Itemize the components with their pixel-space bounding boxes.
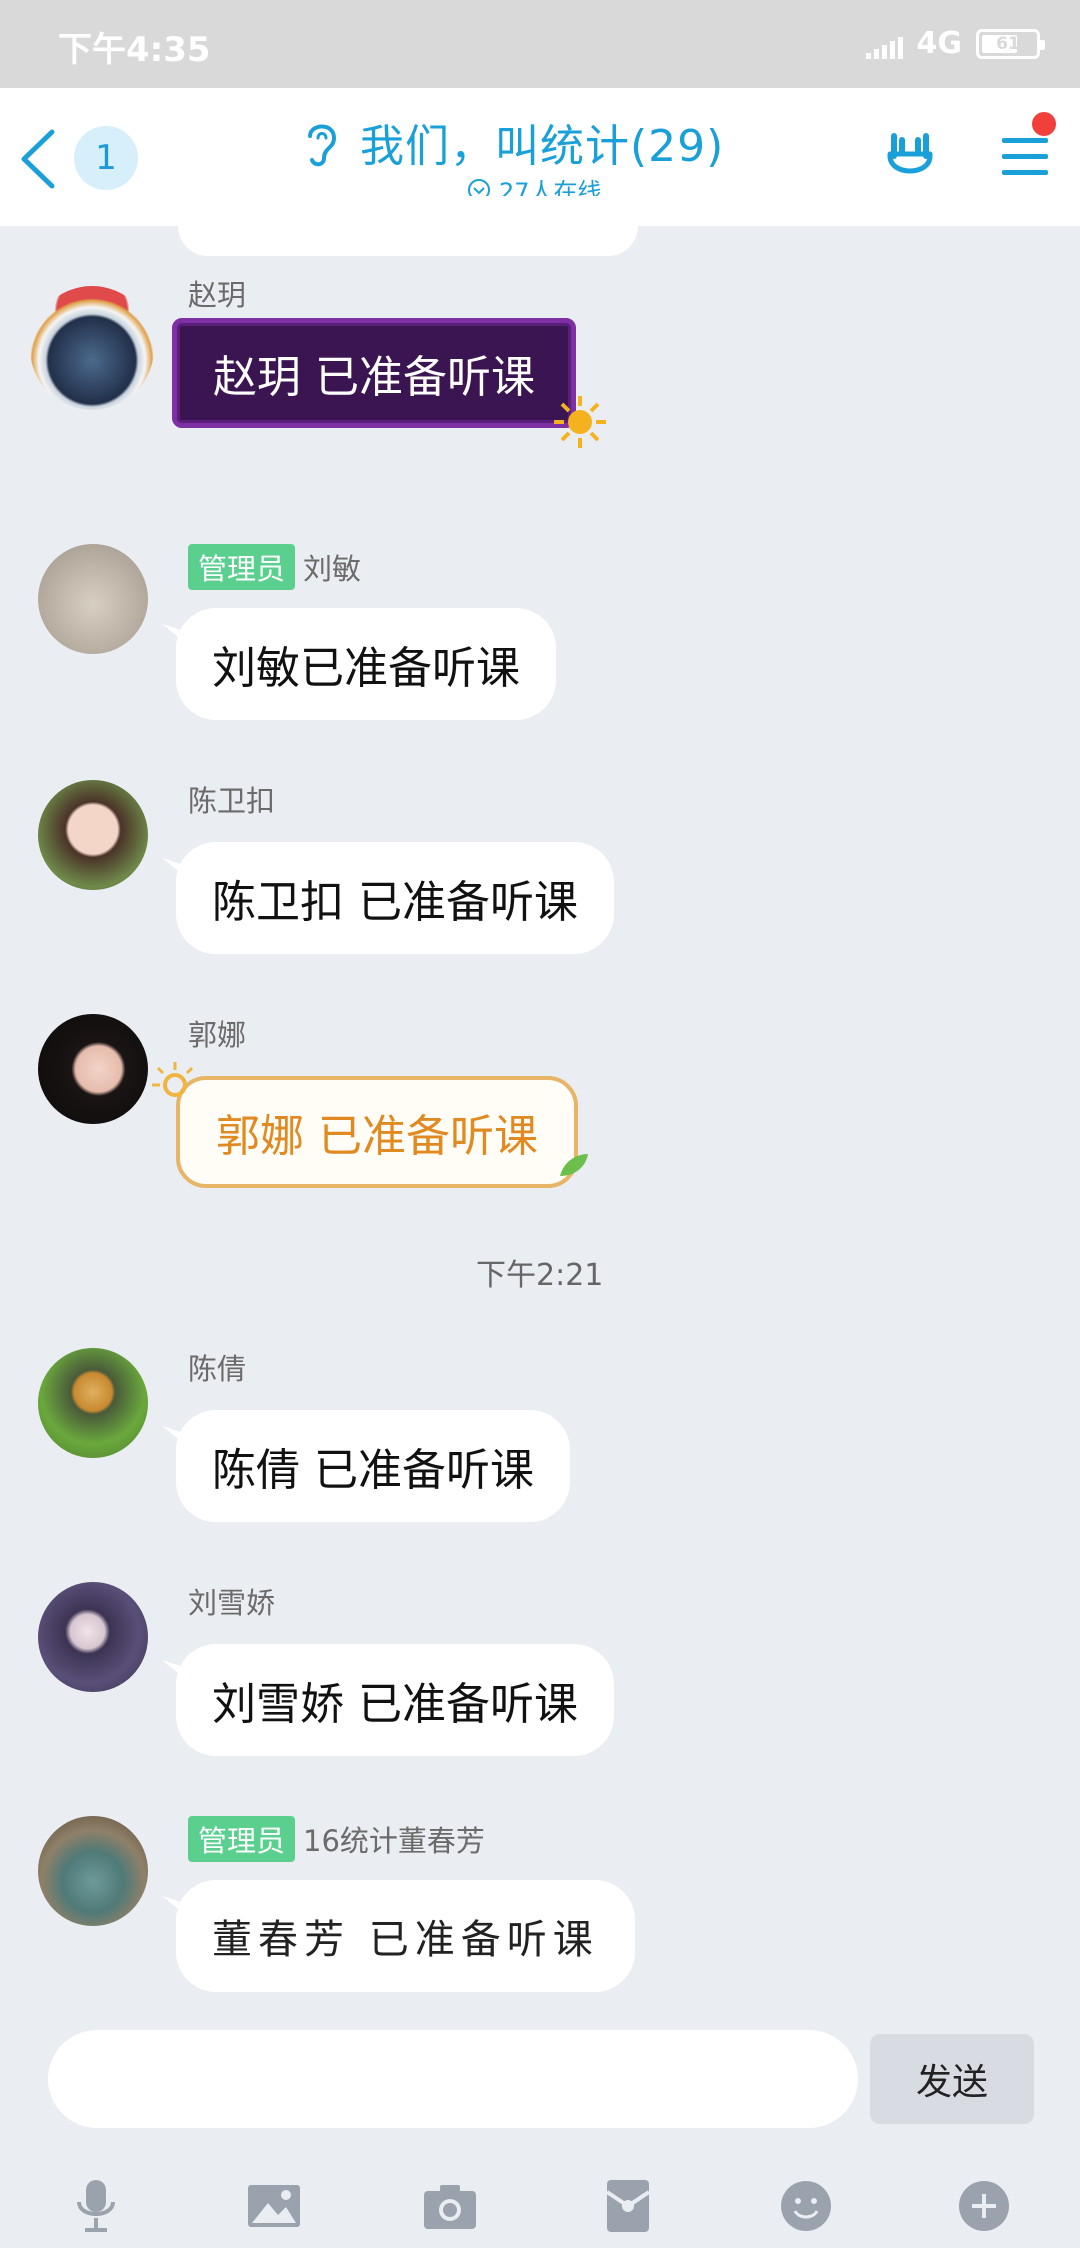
sender-line: 赵玥 — [188, 272, 246, 314]
status-bar: 下午4:35 4G 61 — [0, 0, 1080, 88]
unread-count-badge[interactable]: 1 — [74, 126, 138, 190]
sender-line: 管理员 16统计董春芳 — [188, 1816, 485, 1862]
input-toolbar — [0, 2176, 1080, 2236]
avatar[interactable] — [38, 1014, 148, 1124]
status-time: 下午4:35 — [58, 30, 211, 70]
sender-name: 刘雪娇 — [188, 1586, 276, 1620]
avatar[interactable] — [38, 1348, 148, 1458]
message-bubble[interactable]: 刘敏已准备听课 — [176, 608, 556, 720]
group-title[interactable]: 我们，叫统计(29) — [360, 110, 724, 174]
partial-message-bubble — [178, 196, 638, 256]
message-bubble[interactable]: 董春芳 已准备听课 — [176, 1880, 635, 1992]
sender-name: 陈倩 — [188, 1352, 247, 1386]
sender-line: 刘雪娇 — [188, 1580, 275, 1622]
red-packet-icon[interactable] — [598, 2176, 658, 2236]
sender-name: 赵玥 — [188, 278, 247, 312]
mic-icon[interactable] — [66, 2176, 126, 2236]
ear-icon[interactable] — [300, 116, 344, 170]
sun-swirl-sticker-icon — [152, 1062, 194, 1097]
avatar[interactable] — [38, 1582, 148, 1692]
message-bubble[interactable]: 赵玥 已准备听课 — [172, 318, 576, 428]
sender-name: 陈卫扣 — [188, 784, 276, 818]
image-icon[interactable] — [244, 2176, 304, 2236]
emoji-icon[interactable] — [776, 2176, 836, 2236]
sender-line: 陈卫扣 — [188, 778, 275, 820]
avatar[interactable] — [38, 1816, 148, 1926]
message-bubble[interactable]: 郭娜 已准备听课 — [176, 1076, 578, 1188]
admin-badge: 管理员 — [188, 544, 296, 590]
message-bubble[interactable]: 陈倩 已准备听课 — [176, 1410, 570, 1522]
leaf-sticker-icon — [560, 1154, 588, 1176]
message-bubble[interactable]: 刘雪娇 已准备听课 — [176, 1644, 614, 1756]
message-bubble[interactable]: 陈卫扣 已准备听课 — [176, 842, 614, 954]
notification-dot — [1032, 112, 1056, 136]
input-bar: 发送 — [0, 2026, 1080, 2248]
send-button[interactable]: 发送 — [870, 2034, 1034, 2124]
message-list[interactable]: 赵玥 赵玥 已准备听课 管理员 刘敏 刘敏已准备听课 陈卫扣 陈卫扣 已准备听课… — [0, 196, 1080, 2026]
message-timestamp: 下午2:21 — [476, 1258, 604, 1293]
battery-icon: 61 — [976, 28, 1045, 59]
sender-name: 刘敏 — [303, 552, 362, 586]
signal-icon — [865, 29, 903, 59]
message-input[interactable] — [48, 2030, 858, 2128]
sender-name: 16统计董春芳 — [303, 1824, 485, 1858]
avatar[interactable] — [38, 544, 148, 654]
sender-name: 郭娜 — [188, 1018, 247, 1052]
plus-icon[interactable] — [954, 2176, 1014, 2236]
camera-icon[interactable] — [420, 2176, 480, 2236]
avatar[interactable] — [38, 780, 148, 890]
sun-sticker-icon — [554, 396, 606, 448]
menu-icon[interactable] — [1000, 136, 1050, 178]
sender-line: 郭娜 — [188, 1012, 246, 1054]
sender-line: 陈倩 — [188, 1346, 246, 1388]
back-arrow-icon[interactable] — [14, 124, 64, 194]
battery-level: 61 — [996, 33, 1020, 54]
hand-gesture-icon[interactable] — [880, 126, 940, 186]
sender-line: 管理员 刘敏 — [188, 544, 361, 590]
avatar[interactable] — [30, 286, 154, 410]
network-type: 4G — [916, 26, 963, 61]
admin-badge: 管理员 — [188, 1816, 296, 1862]
status-icons: 4G 61 — [865, 26, 1045, 61]
